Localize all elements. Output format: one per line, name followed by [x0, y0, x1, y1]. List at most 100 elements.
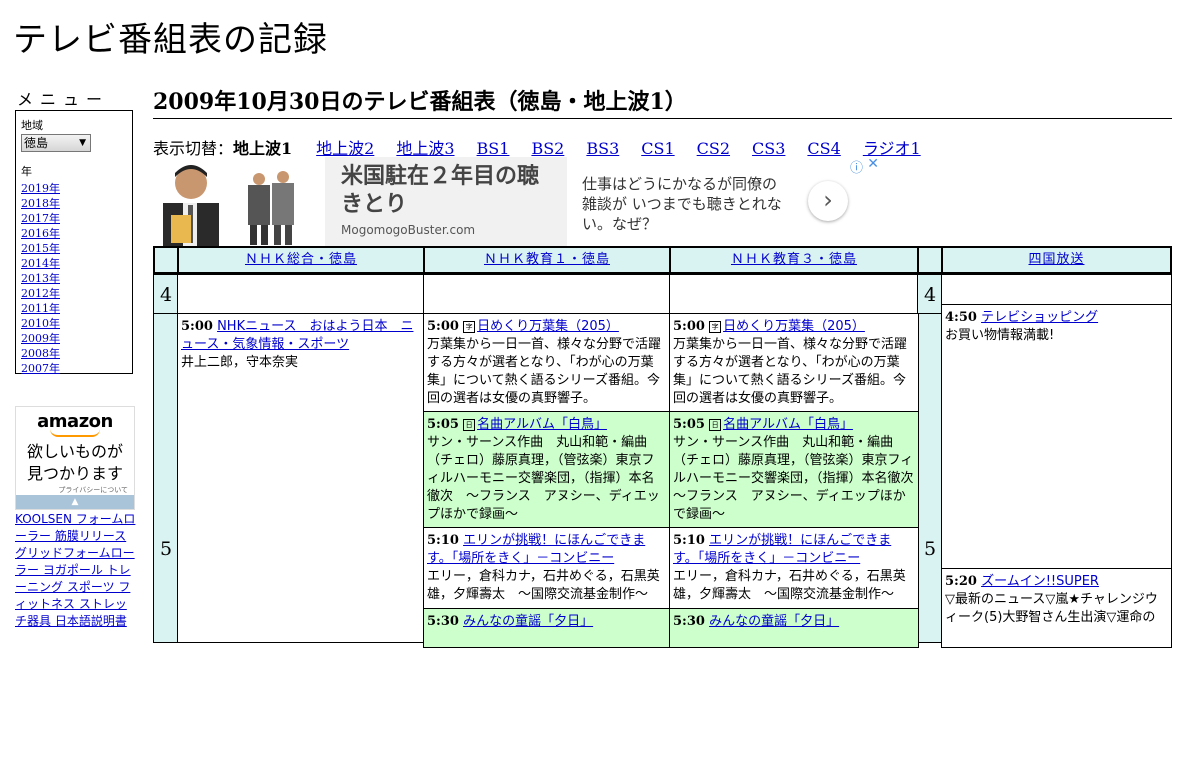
program-time: 4:50 — [945, 310, 977, 325]
program-desc: エリー，倉科カナ，石井めぐる，石黒英雄，夕輝壽太 ～国際交流基金制作～ — [427, 569, 660, 602]
region-select-value: 徳島 — [24, 136, 49, 150]
tab-chijoha2[interactable]: 地上波2 — [316, 139, 374, 158]
broadcast-badge-icon: 日 — [463, 419, 476, 431]
hour-label-5: 5 — [153, 313, 179, 643]
year-link-2018[interactable]: 2018年 — [21, 196, 127, 211]
program-desc: ▽最新のニュース▽嵐★チャレンジウィーク(5)大野智さん生出演▽運命の — [945, 592, 1158, 625]
hour-label-5-right: 5 — [917, 313, 943, 643]
banner-ad[interactable]: 米国駐在２年目の聴きとり MogomogoBuster.com 仕事はどうにかな… — [153, 157, 881, 247]
tab-bs1[interactable]: BS1 — [477, 139, 510, 158]
program-desc: サン・サーンス作曲 丸山和範・編曲（チェロ）藤原真理，（管弦楽）東京フィルハーモ… — [673, 435, 918, 522]
grid-corner-left — [153, 246, 179, 274]
program-title-link[interactable]: NHKニュース おはよう日本 ニュース・気象情報・スポーツ — [181, 319, 413, 352]
program-nhk-kyoiku1-0510: 5:10 エリンが挑戦！にほんごできます。「場所をきく」－コンビニー エリー，倉… — [423, 527, 671, 609]
program-nhk-sogo-0500: 5:00 NHKニュース おはよう日本 ニュース・気象情報・スポーツ 井上二郎，… — [177, 313, 425, 643]
program-title-link[interactable]: エリンが挑戦！にほんごできます。「場所をきく」－コンビニー — [427, 533, 645, 566]
empty-slot-nhk-kyoiku1-4 — [423, 274, 671, 315]
year-link-2009[interactable]: 2009年 — [21, 331, 127, 346]
channel-header-nhk-kyoiku1: ＮＨＫ教育１・徳島 — [423, 246, 671, 274]
chevron-right-icon[interactable]: › — [808, 181, 848, 221]
channel-link-nhk-sogo[interactable]: ＮＨＫ総合・徳島 — [245, 252, 357, 267]
program-time: 5:00 — [673, 319, 705, 334]
amazon-logo: amazon — [37, 411, 113, 432]
program-nhk-kyoiku3-0530: 5:30 みんなの童謡「夕日」 — [669, 608, 919, 648]
year-link-2012[interactable]: 2012年 — [21, 286, 127, 301]
program-title-link[interactable]: 名曲アルバム「白鳥」 — [723, 417, 853, 432]
channel-header-nhk-sogo: ＮＨＫ総合・徳島 — [177, 246, 425, 274]
chevron-up-icon: ▲ — [71, 497, 79, 507]
program-title-link[interactable]: 日めくり万葉集（205） — [477, 319, 619, 334]
program-title-link[interactable]: テレビショッピング — [981, 310, 1098, 325]
program-desc: 井上二郎，守本奈実 — [181, 355, 299, 370]
amazon-tagline-line2: 見つかります — [26, 464, 123, 483]
program-shikoku-0450: 4:50 テレビショッピング お買い物情報満載! — [941, 304, 1172, 574]
program-time: 5:30 — [673, 614, 705, 629]
program-desc: エリー，倉科カナ，石井めぐる，石黒英雄，夕輝壽太 ～国際交流基金制作～ — [673, 569, 906, 602]
program-title-link[interactable]: ズームイン!!SUPER — [981, 574, 1099, 589]
channel-link-shikoku[interactable]: 四国放送 — [1028, 252, 1084, 267]
program-title-link[interactable]: エリンが挑戦！にほんごできます。「場所をきく」－コンビニー — [673, 533, 891, 566]
year-link-2008[interactable]: 2008年 — [21, 346, 127, 361]
year-link-2013[interactable]: 2013年 — [21, 271, 127, 286]
program-time: 5:20 — [945, 574, 977, 589]
tab-bs3[interactable]: BS3 — [586, 139, 619, 158]
program-time: 5:00 — [181, 319, 213, 334]
program-desc: 万葉集から一日一首、様々な分野で活躍する方々が選者となり、「わが心の万葉集」につ… — [673, 337, 908, 406]
year-link-2011[interactable]: 2011年 — [21, 301, 127, 316]
amazon-tagline-line1: 欲しいものが — [26, 442, 123, 461]
tab-cs1[interactable]: CS1 — [641, 139, 674, 158]
tab-current: 地上波1 — [233, 139, 293, 158]
ad-info-icon[interactable]: ⓘ — [850, 157, 863, 176]
chevron-down-icon: ▼ — [79, 138, 86, 148]
tab-bs2[interactable]: BS2 — [531, 139, 564, 158]
year-link-2015[interactable]: 2015年 — [21, 241, 127, 256]
program-title-link[interactable]: 名曲アルバム「白鳥」 — [477, 417, 607, 432]
tab-cs2[interactable]: CS2 — [697, 139, 730, 158]
amazon-tagline: 欲しいものが 見つかります — [16, 441, 134, 485]
program-nhk-kyoiku1-0500: 5:00 字日めくり万葉集（205） 万葉集から一日一首、様々な分野で活躍する方… — [423, 313, 671, 412]
program-title-link[interactable]: みんなの童謡「夕日」 — [709, 614, 839, 629]
channel-link-nhk-kyoiku3[interactable]: ＮＨＫ教育３・徳島 — [731, 252, 857, 267]
ad-close-icon[interactable]: ✕ — [867, 157, 879, 172]
empty-slot-nhk-kyoiku3-4 — [669, 274, 919, 315]
program-desc: お買い物情報満載! — [945, 328, 1055, 343]
year-link-2007[interactable]: 2007年 — [21, 361, 127, 376]
tab-chijoha3[interactable]: 地上波3 — [396, 139, 454, 158]
program-desc: サン・サーンス作曲 丸山和範・編曲（チェロ）藤原真理，（管弦楽）東京フィルハーモ… — [427, 435, 660, 522]
tab-radio1[interactable]: ラジオ1 — [863, 139, 921, 158]
banner-headline: 米国駐在２年目の聴きとり — [341, 164, 540, 217]
program-nhk-kyoiku3-0510: 5:10 エリンが挑戦！にほんごできます。「場所をきく」－コンビニー エリー，倉… — [669, 527, 919, 609]
subtitle-badge-icon: 字 — [463, 321, 476, 333]
subtitle-badge-icon: 字 — [709, 321, 722, 333]
program-time: 5:05 — [427, 417, 459, 432]
year-link-2017[interactable]: 2017年 — [21, 211, 127, 226]
program-time: 5:10 — [427, 533, 459, 548]
tab-cs4[interactable]: CS4 — [807, 139, 840, 158]
year-link-2019[interactable]: 2019年 — [21, 181, 127, 196]
region-select[interactable]: 徳島 ▼ — [21, 134, 91, 152]
sidebar-product-link[interactable]: KOOLSEN フォームローラー 筋膜リリース グリッドフォームローラー ヨガポ… — [15, 511, 137, 630]
year-link-2010[interactable]: 2010年 — [21, 316, 127, 331]
program-title-link[interactable]: みんなの童謡「夕日」 — [463, 614, 593, 629]
banner-ad-image — [153, 157, 325, 247]
year-label: 年 — [21, 165, 32, 178]
menu-heading: メニュー — [17, 90, 110, 109]
year-link-2014[interactable]: 2014年 — [21, 256, 127, 271]
amazon-privacy-link[interactable]: プライバシーについて — [16, 485, 134, 495]
broadcast-badge-icon: 日 — [709, 419, 722, 431]
channel-header-shikoku: 四国放送 — [941, 246, 1172, 274]
channel-link-nhk-kyoiku1[interactable]: ＮＨＫ教育１・徳島 — [484, 252, 610, 267]
program-shikoku-0520: 5:20 ズームイン!!SUPER ▽最新のニュース▽嵐★チャレンジウィーク(5… — [941, 568, 1172, 648]
tab-cs3[interactable]: CS3 — [752, 139, 785, 158]
amazon-collapse-bar[interactable]: ▲ — [16, 495, 134, 509]
banner-source: MogomogoBuster.com — [341, 223, 476, 237]
program-title-link[interactable]: 日めくり万葉集（205） — [723, 319, 865, 334]
amazon-ad[interactable]: amazon 欲しいものが 見つかります プライバシーについて ▲ — [15, 406, 135, 510]
year-link-2016[interactable]: 2016年 — [21, 226, 127, 241]
empty-slot-shikoku-4 — [941, 274, 1172, 305]
program-time: 5:10 — [673, 533, 705, 548]
empty-slot-nhk-sogo-4 — [177, 274, 425, 315]
banner-headline-box: 米国駐在２年目の聴きとり MogomogoBuster.com — [325, 157, 567, 247]
banner-body-text: 仕事はどうにかなるが同僚の雑談が いつまでも聴きとれない。なぜ？ — [582, 175, 782, 233]
program-nhk-kyoiku3-0505: 5:05 日名曲アルバム「白鳥」 サン・サーンス作曲 丸山和範・編曲（チェロ）藤… — [669, 411, 919, 528]
